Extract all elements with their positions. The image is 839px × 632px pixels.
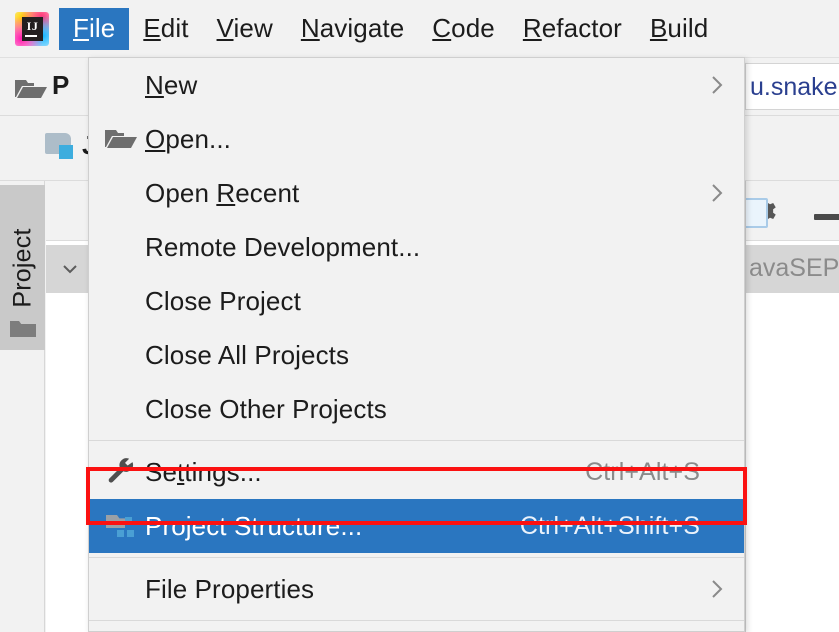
- menu-item-label: Close Project: [145, 286, 301, 316]
- ide-window: avaSEPr Project P u.snake IJ File Edit V…: [0, 0, 839, 632]
- menu-item-icon-slot: [97, 562, 145, 616]
- menu-item-open-recent[interactable]: Open Recent: [89, 166, 744, 220]
- menu-item-settings[interactable]: Settings... Ctrl+Alt+S: [89, 445, 744, 499]
- menu-bar: IJ File Edit View Navigate Code Refactor…: [0, 0, 839, 58]
- menu-item-file-properties[interactable]: File Properties: [89, 562, 744, 616]
- menu-separator: [89, 440, 744, 441]
- intellij-idea-logo-icon: IJ: [15, 11, 49, 46]
- folder-open-icon[interactable]: [14, 76, 48, 102]
- chevron-right-icon: [706, 72, 728, 98]
- project-structure-icon: [97, 499, 145, 553]
- editor-divider: [745, 110, 746, 632]
- menu-bar-item-navigate[interactable]: Navigate: [287, 8, 418, 50]
- menu-item-shortcut: Ctrl+Alt+S: [585, 457, 700, 486]
- menu-item-close-all-projects[interactable]: Close All Projects: [89, 328, 744, 382]
- menu-item-icon-slot: [97, 328, 145, 382]
- menu-item-project-structure[interactable]: Project Structure... Ctrl+Alt+Shift+S: [89, 499, 744, 553]
- menu-item-label: Project Structure...: [145, 511, 363, 541]
- menu-item-label: File Properties: [145, 574, 315, 604]
- menu-bar-item-view[interactable]: View: [203, 8, 287, 50]
- chevron-right-icon: [706, 180, 728, 206]
- minimize-icon[interactable]: [814, 214, 839, 220]
- menu-item-icon-slot: [97, 220, 145, 274]
- menu-separator: [89, 557, 744, 558]
- menu-item-label: Open...: [145, 124, 231, 154]
- menu-item-icon-slot: [97, 166, 145, 220]
- menu-bar-item-file[interactable]: File: [59, 7, 130, 50]
- menu-item-label: Settings...: [145, 457, 262, 487]
- toolbar-project-label: P: [52, 70, 70, 100]
- editor-tab[interactable]: u.snake: [745, 63, 839, 110]
- file-menu-popup: New Open... Open Recent Remote Developme…: [88, 57, 745, 632]
- wrench-icon: [97, 445, 145, 499]
- chevron-right-icon: [706, 576, 728, 602]
- menu-item-remote-development[interactable]: Remote Development...: [89, 220, 744, 274]
- menu-separator: [89, 620, 744, 621]
- menu-bar-item-edit[interactable]: Edit: [129, 8, 202, 50]
- menu-item-open[interactable]: Open...: [89, 112, 744, 166]
- menu-item-local-history[interactable]: Local History: [89, 625, 744, 632]
- project-tree-node-label: avaSEPr: [749, 254, 839, 282]
- chevron-down-icon[interactable]: [56, 257, 84, 281]
- module-folder-icon: [45, 133, 75, 159]
- menu-item-close-other-projects[interactable]: Close Other Projects: [89, 382, 744, 436]
- menu-item-label: New: [145, 70, 198, 100]
- menu-bar-item-build[interactable]: Build: [636, 8, 722, 50]
- menu-item-icon-slot: [97, 382, 145, 436]
- menu-bar-item-code[interactable]: Code: [418, 8, 509, 50]
- sidebar-item-label: Project: [8, 227, 36, 308]
- editor-tab-label: u.snake: [750, 73, 838, 101]
- menu-bar-item-refactor[interactable]: Refactor: [509, 8, 636, 50]
- menu-item-label: Remote Development...: [145, 232, 421, 262]
- menu-item-new[interactable]: New: [89, 58, 744, 112]
- menu-item-icon-slot: [97, 625, 145, 632]
- menu-item-label: Close Other Projects: [145, 394, 387, 424]
- menu-item-icon-slot: [97, 274, 145, 328]
- sidebar-item-project[interactable]: Project: [0, 185, 45, 350]
- menu-item-close-project[interactable]: Close Project: [89, 274, 744, 328]
- menu-item-icon-slot: [97, 58, 145, 112]
- menu-item-label: Close All Projects: [145, 340, 350, 370]
- menu-item-label: Open Recent: [145, 178, 300, 208]
- menu-item-shortcut: Ctrl+Alt+Shift+S: [519, 511, 700, 540]
- folder-icon: [9, 318, 37, 340]
- folder-open-icon: [97, 112, 145, 166]
